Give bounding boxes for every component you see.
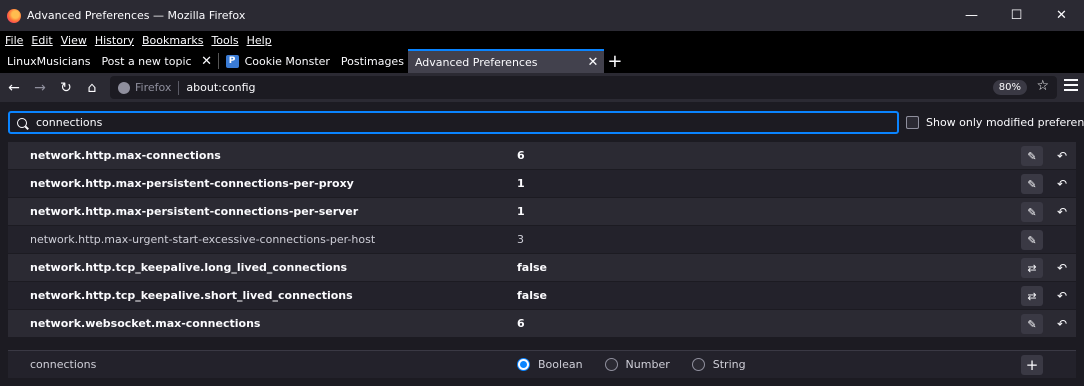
pref-name: network.http.max-connections <box>30 149 221 162</box>
edit-icon[interactable]: ✎ <box>1021 174 1043 194</box>
firefox-logo-icon <box>7 8 21 23</box>
menu-file[interactable]: File <box>0 34 26 47</box>
reset-icon[interactable]: ↶ <box>1051 146 1073 166</box>
tab-strip: LinuxMusicians Post a new topic ✕ P Cook… <box>0 49 1084 73</box>
radio-boolean-dot[interactable] <box>517 358 530 371</box>
bookmark-star-icon[interactable]: ☆ <box>1036 78 1049 94</box>
tab-label: Post a new topic <box>101 54 192 68</box>
new-pref-name: connections <box>30 358 97 371</box>
pref-value: false <box>517 261 547 274</box>
type-radio-group: Boolean Number String <box>517 358 768 371</box>
tab-label: LinuxMusicians <box>7 54 91 68</box>
identity-label: Firefox <box>135 81 172 94</box>
table-row[interactable]: network.websocket.max-connections 6 ✎ ↶ <box>8 310 1076 338</box>
reset-icon[interactable]: ↶ <box>1051 258 1073 278</box>
reset-icon[interactable]: ↶ <box>1051 174 1073 194</box>
search-field[interactable] <box>8 111 899 134</box>
table-row[interactable]: network.http.max-urgent-start-excessive-… <box>8 226 1076 254</box>
tab-cookie-monster[interactable]: P Cookie Monster <box>219 49 334 73</box>
radio-string-label: String <box>712 358 746 371</box>
pref-value: false <box>517 289 547 302</box>
table-row[interactable]: network.http.max-persistent-connections-… <box>8 198 1076 226</box>
reset-icon[interactable]: ↶ <box>1051 202 1073 222</box>
firefox-identity-icon <box>118 81 130 94</box>
radio-boolean-label: Boolean <box>538 358 583 371</box>
add-preference-button[interactable]: + <box>1021 355 1043 375</box>
close-tab-icon[interactable]: ✕ <box>200 54 214 69</box>
tab-postimages[interactable]: Postimages <box>334 49 408 73</box>
zoom-level-badge[interactable]: 80% <box>992 80 1027 95</box>
edit-icon[interactable]: ✎ <box>1021 202 1043 222</box>
radio-boolean[interactable]: Boolean <box>517 358 583 371</box>
table-row[interactable]: network.http.tcp_keepalive.long_lived_co… <box>8 254 1076 282</box>
radio-number[interactable]: Number <box>604 358 670 371</box>
reset-icon[interactable]: ↶ <box>1051 314 1073 334</box>
close-tab-icon[interactable]: ✕ <box>586 55 600 70</box>
about-config-page: Show only modified preferences network.h… <box>0 102 1084 386</box>
show-modified-toggle[interactable]: Show only modified preferences <box>906 116 1084 129</box>
radio-number-label: Number <box>625 358 670 371</box>
pref-name: network.websocket.max-connections <box>30 317 261 330</box>
pref-value: 6 <box>517 317 525 330</box>
table-row[interactable]: network.http.max-persistent-connections-… <box>8 170 1076 198</box>
menu-tools[interactable]: Tools <box>206 34 241 47</box>
show-modified-label: Show only modified preferences <box>926 116 1084 129</box>
toggle-icon[interactable]: ⇄ <box>1021 258 1043 278</box>
edit-icon[interactable]: ✎ <box>1021 146 1043 166</box>
pref-name: network.http.max-persistent-connections-… <box>30 205 359 218</box>
toggle-icon[interactable]: ⇄ <box>1021 286 1043 306</box>
tab-label: Advanced Preferences <box>414 55 538 69</box>
window-controls: — ☐ ✕ <box>949 0 1084 31</box>
table-row[interactable]: network.http.tcp_keepalive.short_lived_c… <box>8 282 1076 310</box>
menu-bookmarks[interactable]: Bookmarks <box>137 34 206 47</box>
pref-name: network.http.max-persistent-connections-… <box>30 177 354 190</box>
menu-edit[interactable]: Edit <box>26 34 55 47</box>
menu-bar: File Edit View History Bookmarks Tools H… <box>0 31 1084 49</box>
forward-icon[interactable]: → <box>28 76 52 100</box>
reset-icon[interactable]: ↶ <box>1051 286 1073 306</box>
url-text[interactable]: about:config <box>186 81 255 94</box>
edit-icon[interactable]: ✎ <box>1021 314 1043 334</box>
close-window-button[interactable]: ✕ <box>1039 0 1084 31</box>
pref-value: 3 <box>517 233 524 246</box>
add-preference-row: connections Boolean Number String + <box>8 350 1076 378</box>
search-icon <box>17 117 27 128</box>
pref-value: 1 <box>517 205 525 218</box>
menu-history[interactable]: History <box>90 34 137 47</box>
title-bar: Advanced Preferences — Mozilla Firefox —… <box>0 0 1084 31</box>
radio-string-dot[interactable] <box>691 358 705 371</box>
pref-value: 6 <box>517 149 525 162</box>
pref-name: network.http.tcp_keepalive.long_lived_co… <box>30 261 348 274</box>
pref-name: network.http.tcp_keepalive.short_lived_c… <box>30 289 353 302</box>
radio-number-dot[interactable] <box>604 358 618 371</box>
tab-label: Cookie Monster <box>244 54 330 68</box>
reload-icon[interactable]: ↻ <box>54 76 78 100</box>
menu-help[interactable]: Help <box>242 34 275 47</box>
app-menu-icon[interactable] <box>1064 79 1078 95</box>
url-divider <box>178 80 180 95</box>
search-input[interactable] <box>36 116 836 129</box>
window-title: Advanced Preferences — Mozilla Firefox <box>27 9 246 22</box>
pref-name: network.http.max-urgent-start-excessive-… <box>30 233 376 246</box>
postimages-favicon-icon: P <box>225 54 239 68</box>
table-row[interactable]: network.http.max-connections 6 ✎ ↶ <box>8 142 1076 170</box>
menu-view[interactable]: View <box>56 34 90 47</box>
identity-box[interactable]: Firefox <box>110 81 171 94</box>
edit-icon[interactable]: ✎ <box>1021 230 1043 250</box>
preferences-table: network.http.max-connections 6 ✎ ↶ netwo… <box>8 142 1076 338</box>
tab-post-new-topic[interactable]: Post a new topic ✕ <box>94 49 217 73</box>
back-icon[interactable]: ← <box>2 76 26 100</box>
minimize-button[interactable]: — <box>949 0 994 31</box>
tab-label: Postimages <box>340 54 404 68</box>
url-bar[interactable]: Firefox about:config 80% ☆ <box>110 76 1057 99</box>
pref-value: 1 <box>517 177 525 190</box>
radio-string[interactable]: String <box>691 358 746 371</box>
show-modified-checkbox[interactable] <box>906 116 919 129</box>
tab-advanced-preferences[interactable]: Advanced Preferences ✕ <box>407 49 604 73</box>
home-icon[interactable]: ⌂ <box>80 76 104 100</box>
navigation-bar: ← → ↻ ⌂ Firefox about:config 80% ☆ <box>0 73 1084 102</box>
new-tab-button[interactable]: + <box>604 49 626 73</box>
maximize-button[interactable]: ☐ <box>994 0 1039 31</box>
tab-linuxmusicians[interactable]: LinuxMusicians <box>0 49 94 73</box>
